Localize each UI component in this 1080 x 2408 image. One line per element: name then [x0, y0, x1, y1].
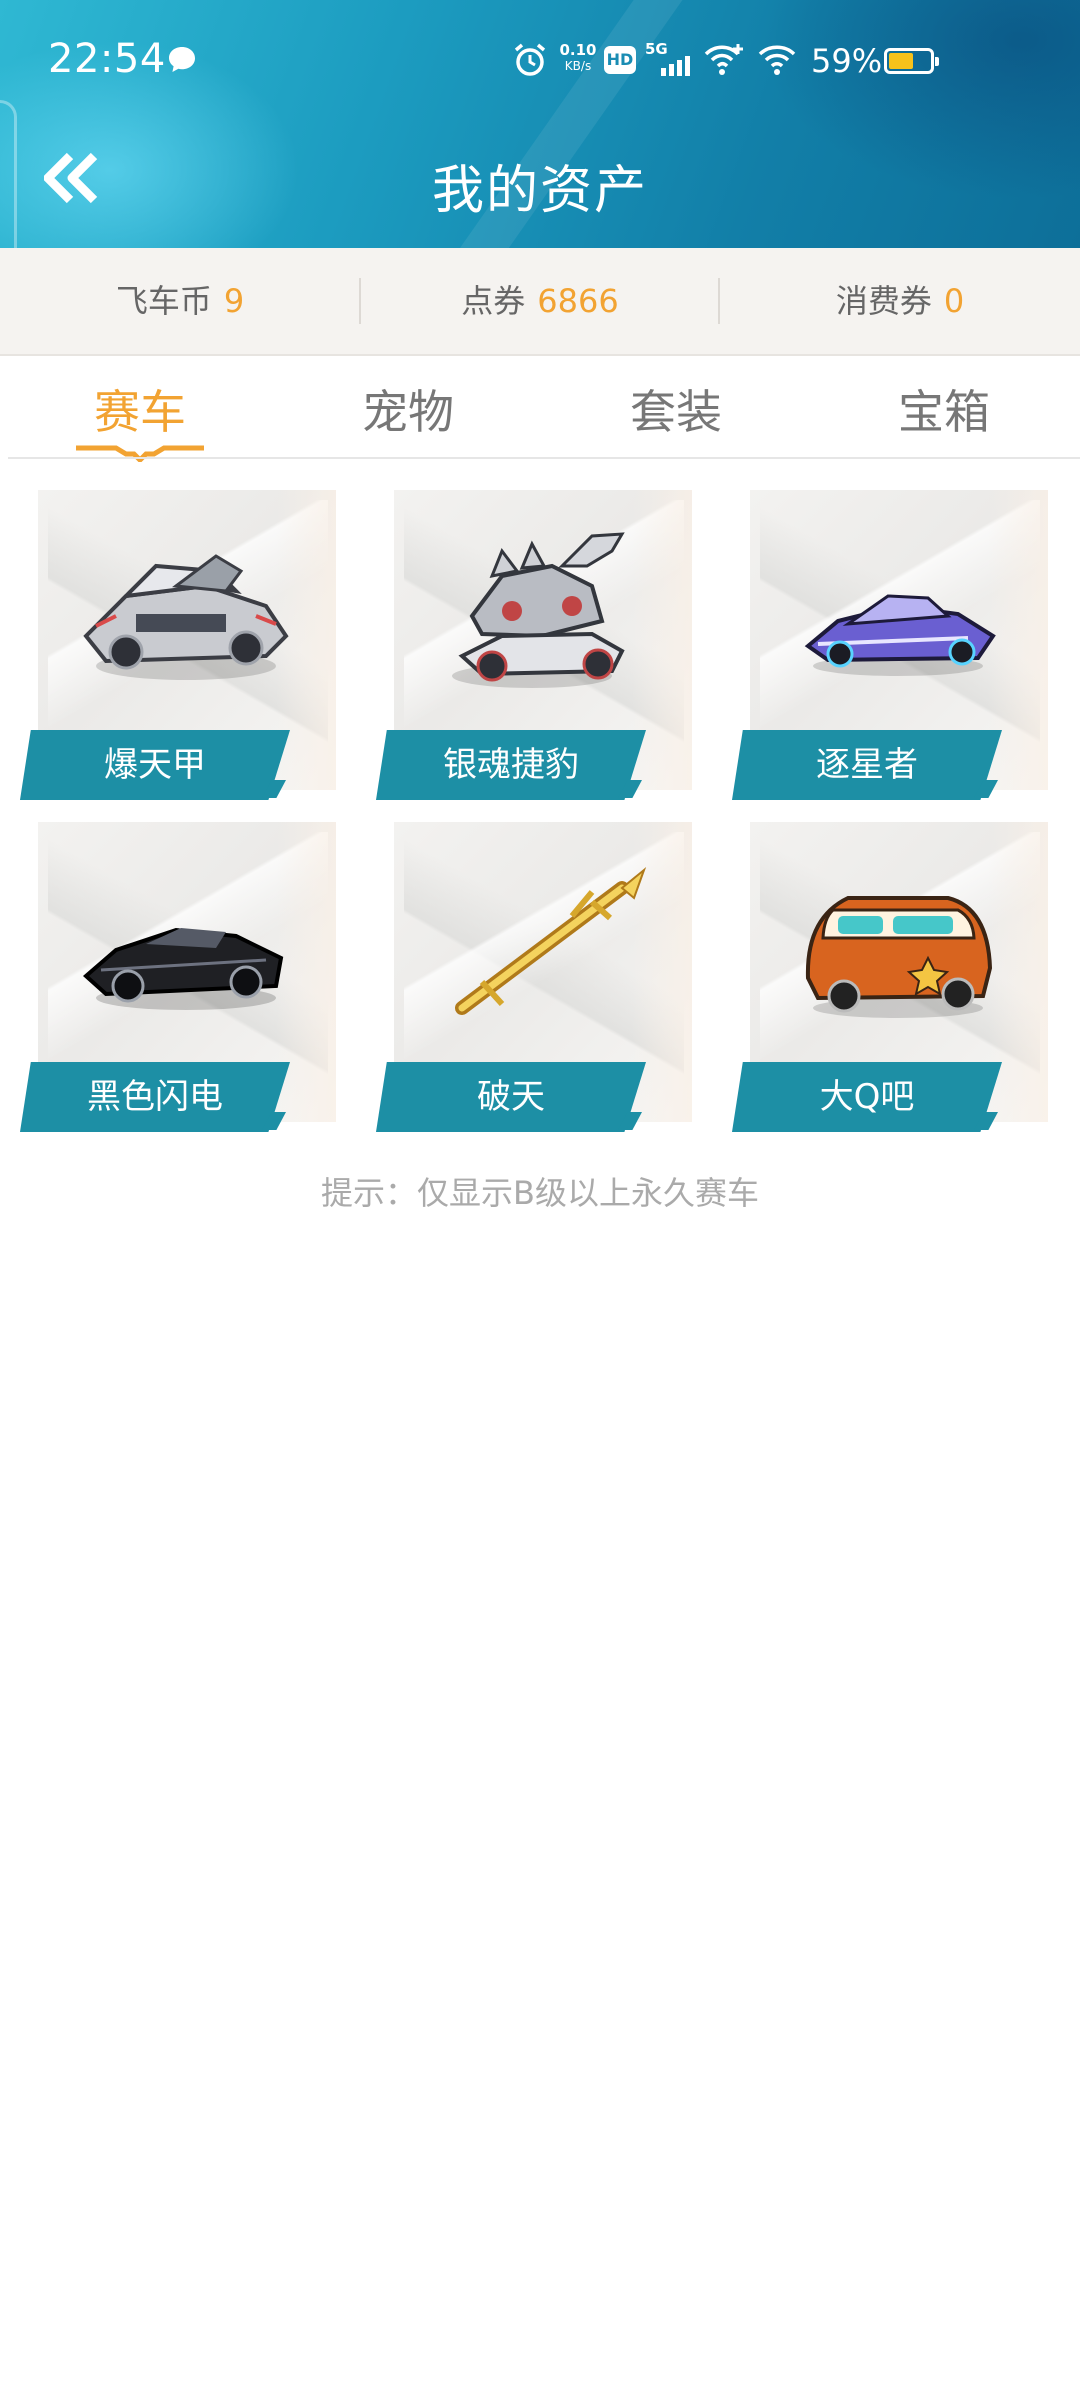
armored-car-icon: [83, 554, 289, 680]
status-time: 22:54: [48, 36, 166, 82]
status-bar: 22:54 0.10 KB/s HD 5G 59%: [0, 30, 1080, 94]
tab-cars[interactable]: 赛车: [6, 376, 274, 442]
net-speed-value: 0.10: [559, 41, 597, 59]
battery-level-fill: [889, 53, 913, 69]
balance-points-value: 6866: [537, 282, 619, 320]
app-header: 22:54 0.10 KB/s HD 5G 59% 我的资产: [0, 0, 1080, 248]
car-card-daqba[interactable]: 大Q吧: [712, 822, 1048, 1132]
car-name-label: 爆天甲: [20, 730, 290, 800]
net-speed-unit: KB/s: [564, 59, 592, 73]
battery-icon: [884, 48, 939, 74]
car-name-label: 大Q吧: [732, 1062, 1002, 1132]
balance-voucher-value: 0: [943, 282, 965, 320]
page-title: 我的资产: [431, 161, 648, 221]
car-name-label: 破天: [376, 1062, 646, 1132]
car-card-yinhunjiebao[interactable]: 银魂捷豹: [356, 490, 692, 800]
balance-bar: 飞车币 9 点券 6866 消费券 0: [0, 248, 1080, 356]
car-card-zhuxingzhe[interactable]: 逐星者: [712, 490, 1048, 800]
balance-voucher-label: 消费券: [835, 282, 932, 320]
battery-percent: 59%: [811, 42, 883, 80]
balance-points-label: 点券: [461, 282, 526, 320]
car-card-heiseshandian[interactable]: 黑色闪电: [0, 822, 336, 1132]
balance-points: 点券 6866: [360, 248, 720, 354]
purple-racer-icon: [804, 594, 996, 676]
balance-coin-value: 9: [223, 282, 245, 320]
car-name-label: 逐星者: [732, 730, 1002, 800]
orange-van-icon: [805, 896, 993, 1018]
tab-outfits[interactable]: 套装: [542, 376, 810, 442]
wifi-plus-icon: [704, 44, 743, 75]
tabs-divider: [8, 457, 1080, 459]
signal-5g-icon: 5G: [645, 40, 695, 80]
tab-pets[interactable]: 宠物: [274, 376, 542, 442]
car-card-potian[interactable]: 破天: [356, 822, 692, 1132]
black-sports-car-icon: [82, 927, 284, 1010]
balance-voucher: 消费券 0: [720, 248, 1080, 354]
alarm-icon: [514, 43, 546, 76]
balance-coin-label: 飞车币: [115, 282, 212, 320]
chat-icon: [169, 47, 195, 72]
hd-icon: HD: [604, 46, 636, 74]
tab-chests[interactable]: 宝箱: [810, 376, 1078, 442]
net-speed: 0.10 KB/s: [558, 42, 598, 74]
car-name-label: 银魂捷豹: [376, 730, 646, 800]
category-tabs: 赛车 宠物 套装 宝箱: [0, 356, 1080, 462]
active-tab-indicator: [76, 445, 204, 462]
car-name-label: 黑色闪电: [20, 1062, 290, 1132]
wifi-icon: [758, 45, 796, 75]
golden-sword-icon: [455, 866, 647, 1015]
car-card-baotianjia[interactable]: 爆天甲: [0, 490, 336, 800]
mech-car-icon: [452, 532, 625, 688]
hint-text: 提示：仅显示B级以上永久赛车: [321, 1174, 759, 1212]
balance-coin: 飞车币 9: [0, 248, 360, 354]
